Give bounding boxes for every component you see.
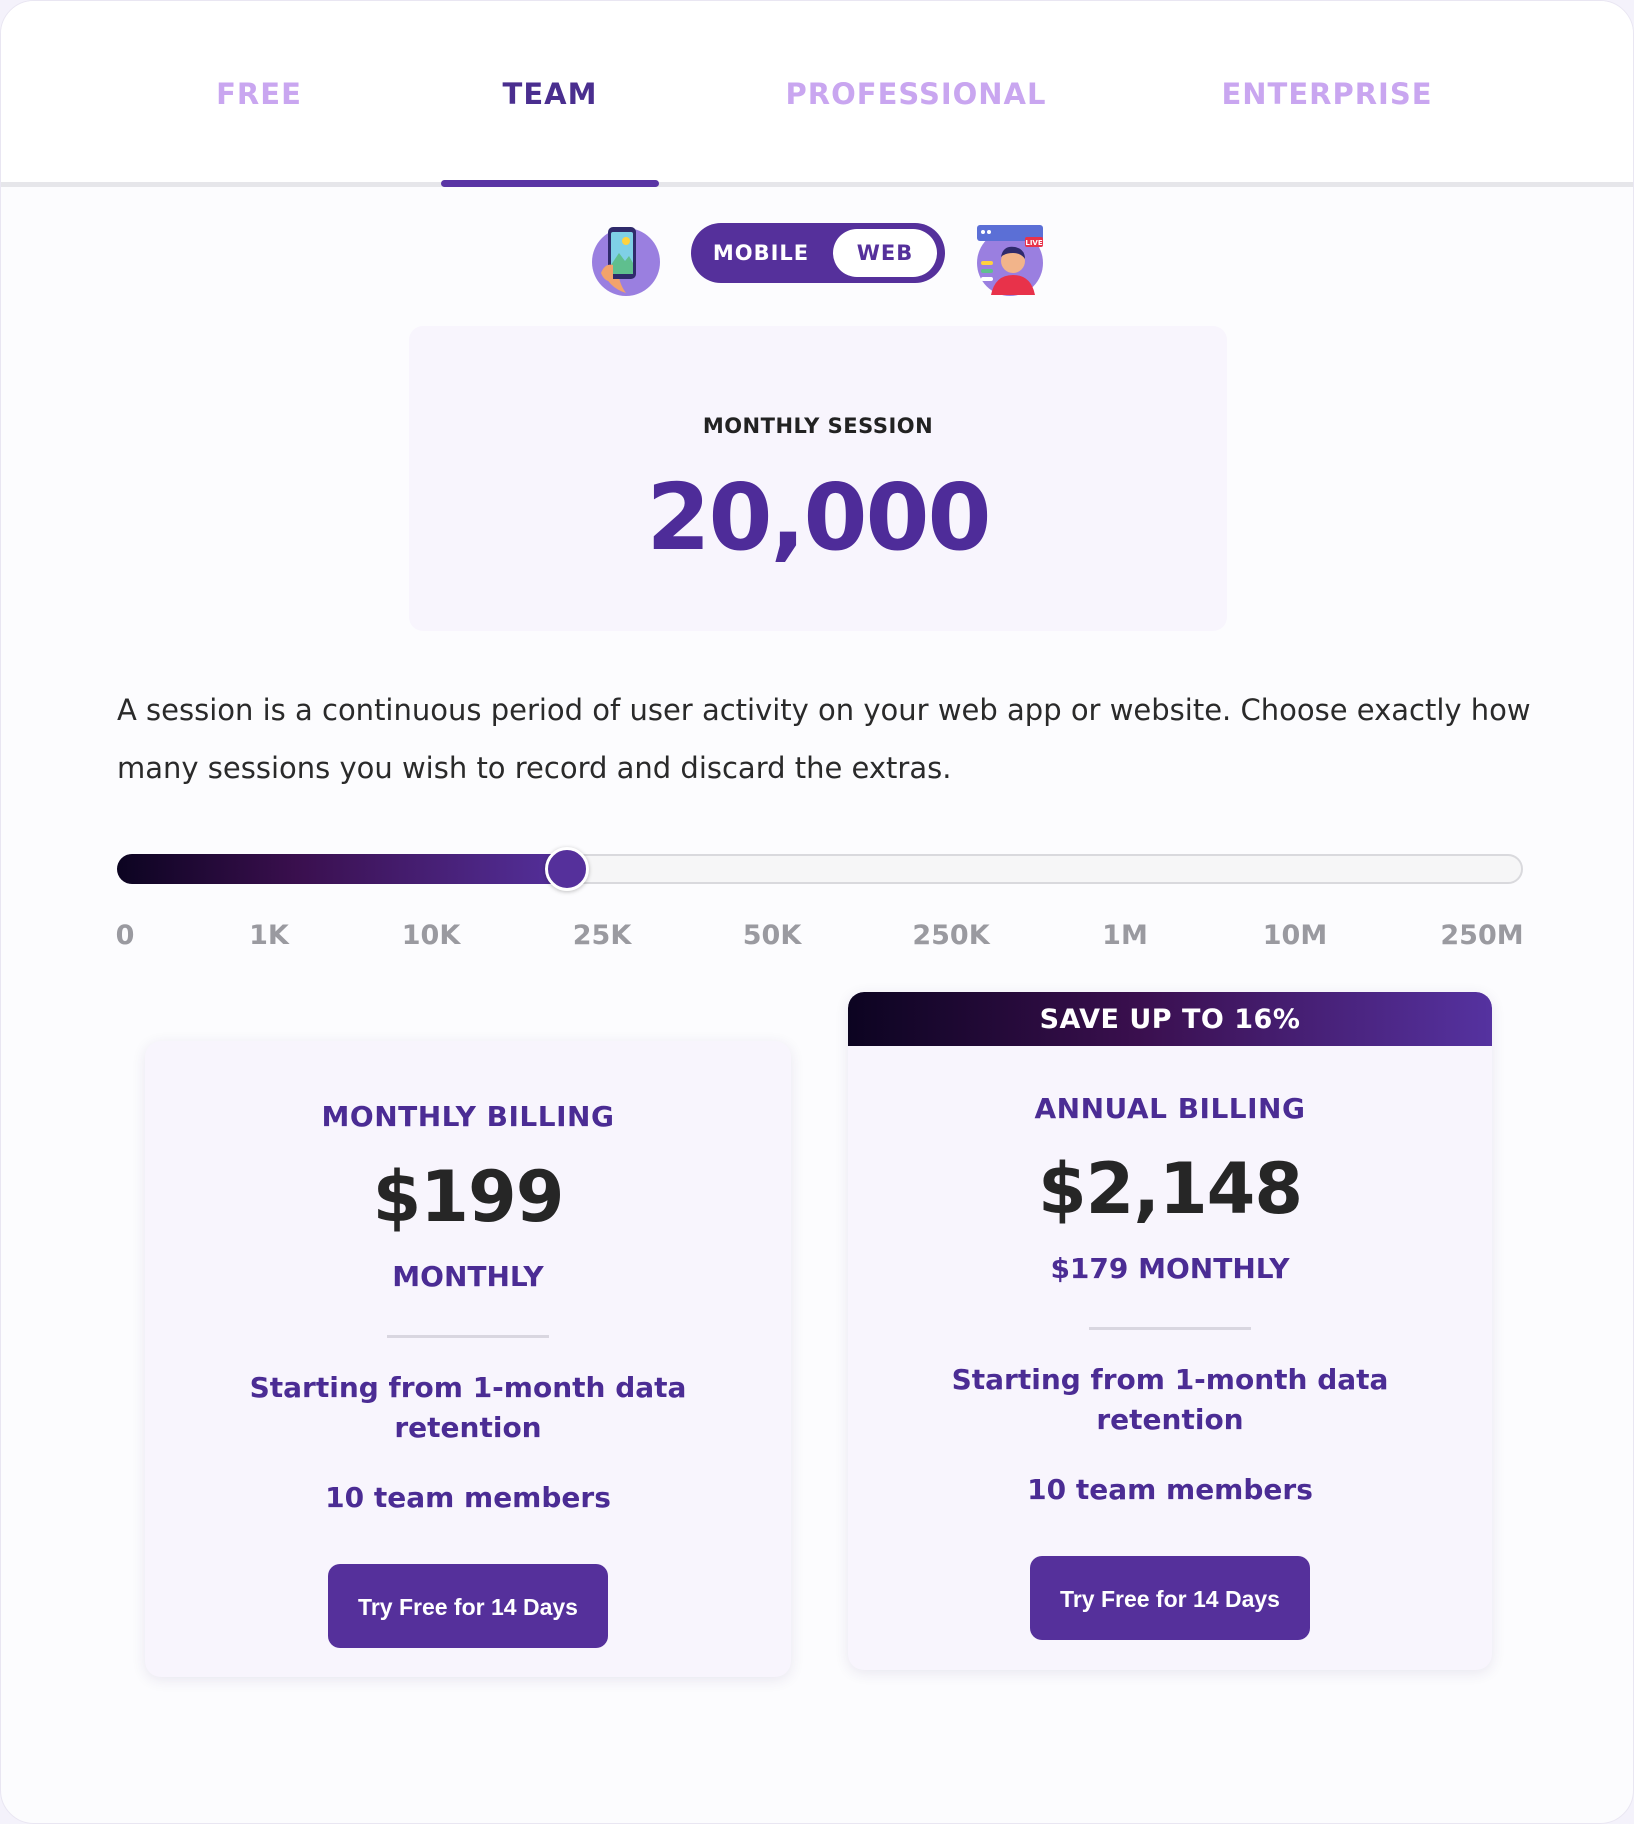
billing-title: MONTHLY BILLING	[321, 1100, 615, 1133]
slider-tick-25k: 25K	[572, 920, 632, 951]
data-retention: Starting from 1-month data retention	[951, 1363, 1389, 1436]
monthly-session-card: MONTHLY SESSION 20,000	[409, 326, 1227, 631]
try-free-button-annual[interactable]: Try Free for 14 Days	[1030, 1556, 1310, 1640]
plan-tabs: FREE TEAM PROFESSIONAL ENTERPRISE	[1, 1, 1633, 187]
platform-toggle[interactable]: MOBILE WEB	[691, 223, 945, 283]
slider-tick-1k: 1K	[249, 920, 289, 951]
session-label: MONTHLY SESSION	[702, 414, 934, 438]
session-description: A session is a continuous period of user…	[117, 693, 1531, 785]
card-divider	[1089, 1327, 1251, 1330]
tab-free[interactable]: FREE	[216, 77, 302, 111]
billing-price: $2,148	[1037, 1148, 1303, 1230]
tab-professional[interactable]: PROFESSIONAL	[786, 77, 1047, 111]
monthly-billing-card: MONTHLY BILLING $199 MONTHLY Starting fr…	[145, 1041, 791, 1677]
billing-period: MONTHLY	[392, 1260, 544, 1293]
session-slider-fill	[117, 854, 567, 884]
session-value: 20,000	[646, 464, 991, 571]
data-retention: Starting from 1-month data retention	[249, 1371, 687, 1444]
slider-tick-10k: 10K	[401, 920, 461, 951]
team-members: 10 team members	[1027, 1473, 1313, 1506]
active-tab-indicator	[441, 180, 659, 187]
team-members: 10 team members	[325, 1481, 611, 1514]
session-slider-thumb[interactable]	[544, 847, 589, 891]
tab-enterprise[interactable]: ENTERPRISE	[1221, 77, 1432, 111]
slider-tick-250k: 250K	[912, 920, 990, 951]
pricing-page: FREE TEAM PROFESSIONAL ENTERPRISE MOBILE…	[0, 0, 1634, 1824]
billing-period: $179 MONTHLY	[1050, 1252, 1290, 1285]
mobile-phone-icon[interactable]	[589, 223, 663, 297]
web-live-stream-icon[interactable]: LIVE	[973, 223, 1047, 297]
slider-tick-50k: 50K	[742, 920, 802, 951]
billing-price: $199	[372, 1156, 565, 1238]
slider-tick-250m: 250M	[1440, 920, 1524, 951]
slider-tick-10m: 10M	[1262, 920, 1328, 951]
card-divider	[387, 1335, 549, 1338]
live-badge-text: LIVE	[1025, 239, 1042, 247]
annual-billing-card: SAVE UP TO 16% ANNUAL BILLING $2,148 $17…	[848, 992, 1492, 1670]
toggle-option-mobile[interactable]: MOBILE	[699, 223, 823, 283]
slider-tick-1m: 1M	[1102, 920, 1148, 951]
billing-title: ANNUAL BILLING	[1034, 1092, 1306, 1125]
slider-tick-0: 0	[115, 920, 135, 951]
try-free-button-monthly[interactable]: Try Free for 14 Days	[328, 1564, 608, 1648]
save-banner: SAVE UP TO 16%	[848, 992, 1492, 1046]
tab-team[interactable]: TEAM	[503, 77, 598, 111]
toggle-option-web[interactable]: WEB	[833, 229, 937, 277]
